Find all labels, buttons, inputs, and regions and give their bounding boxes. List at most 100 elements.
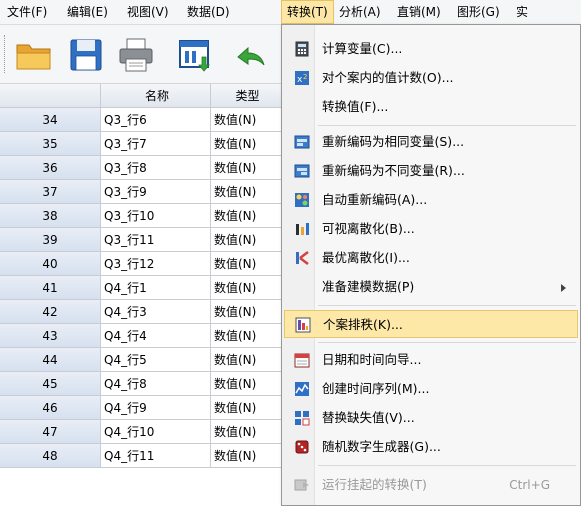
menu-item-run-pending-transforms[interactable]: 运行挂起的转换(T) Ctrl+G [284,471,578,499]
variable-type-cell[interactable]: 数值(N) [211,204,282,228]
column-header-name[interactable]: 名称 [101,84,211,108]
variable-type-cell[interactable]: 数值(N) [211,156,282,180]
menu-direct-marketing[interactable]: 直销(M) [392,0,446,24]
table-row[interactable]: 38 Q3_行10 数值(N) [0,204,282,228]
menu-separator [318,342,576,343]
table-row[interactable]: 37 Q3_行9 数值(N) [0,180,282,204]
menu-file[interactable]: 文件(F) [2,0,52,24]
variable-type-cell[interactable]: 数值(N) [211,132,282,156]
menu-separator [318,125,576,126]
open-button[interactable] [14,35,54,75]
variable-name-cell[interactable]: Q3_行8 [101,156,211,180]
row-number[interactable]: 40 [0,252,101,276]
recode-same-icon [294,135,310,149]
menu-item-count-values[interactable]: x 2 对个案内的值计数(O)... [284,64,578,92]
menu-edit[interactable]: 编辑(E) [62,0,113,24]
row-number[interactable]: 45 [0,372,101,396]
table-row[interactable]: 47 Q4_行10 数值(N) [0,420,282,444]
grid-header-row: 名称 类型 [0,84,282,108]
menu-item-shift-values[interactable]: 转换值(F)... [284,93,578,121]
variable-type-cell[interactable]: 数值(N) [211,324,282,348]
variable-view-grid: 名称 类型 34 Q3_行6 数值(N) 35 Q3_行7 数值(N) 36 Q… [0,84,282,506]
row-number[interactable]: 44 [0,348,101,372]
table-row[interactable]: 44 Q4_行5 数值(N) [0,348,282,372]
variable-name-cell[interactable]: Q3_行12 [101,252,211,276]
menu-graphs[interactable]: 图形(G) [452,0,505,24]
variable-type-cell[interactable]: 数值(N) [211,372,282,396]
save-button[interactable] [66,35,106,75]
menu-item-optimal-binning[interactable]: 最优离散化(I)... [284,244,578,272]
variable-type-cell[interactable]: 数值(N) [211,228,282,252]
menu-item-recode-same[interactable]: 重新编码为相同变量(S)... [284,128,578,156]
variable-name-cell[interactable]: Q4_行3 [101,300,211,324]
variable-type-cell[interactable]: 数值(N) [211,420,282,444]
print-button[interactable] [116,35,156,75]
row-number[interactable]: 34 [0,108,101,132]
menu-item-random-number-generators[interactable]: 随机数字生成器(G)... [284,433,578,461]
variable-name-cell[interactable]: Q4_行10 [101,420,211,444]
row-number-header[interactable] [0,84,101,108]
table-row[interactable]: 48 Q4_行11 数值(N) [0,444,282,468]
variable-type-cell[interactable]: 数值(N) [211,348,282,372]
row-number[interactable]: 48 [0,444,101,468]
variable-type-cell[interactable]: 数值(N) [211,396,282,420]
variable-name-cell[interactable]: Q3_行11 [101,228,211,252]
table-row[interactable]: 41 Q4_行1 数值(N) [0,276,282,300]
menu-item-auto-recode[interactable]: 自动重新编码(A)... [284,186,578,214]
variable-name-cell[interactable]: Q4_行5 [101,348,211,372]
table-row[interactable]: 36 Q3_行8 数值(N) [0,156,282,180]
menu-view[interactable]: 视图(V) [122,0,174,24]
row-number[interactable]: 38 [0,204,101,228]
column-header-type[interactable]: 类型 [211,84,282,108]
table-row[interactable]: 40 Q3_行12 数值(N) [0,252,282,276]
menu-item-recode-different[interactable]: 重新编码为不同变量(R)... [284,157,578,185]
variable-type-cell[interactable]: 数值(N) [211,276,282,300]
table-row[interactable]: 39 Q3_行11 数值(N) [0,228,282,252]
menu-analyze[interactable]: 分析(A) [334,0,386,24]
variable-name-cell[interactable]: Q4_行4 [101,324,211,348]
menu-utilities[interactable]: 实 [512,0,581,24]
row-number[interactable]: 36 [0,156,101,180]
menu-item-label: 自动重新编码(A)... [322,192,428,207]
toolbar-grip[interactable] [4,35,8,73]
row-number[interactable]: 43 [0,324,101,348]
variable-type-cell[interactable]: 数值(N) [211,444,282,468]
variable-name-cell[interactable]: Q3_行7 [101,132,211,156]
variable-name-cell[interactable]: Q3_行10 [101,204,211,228]
variable-name-cell[interactable]: Q4_行1 [101,276,211,300]
menu-item-compute-variable[interactable]: 计算变量(C)... [284,35,578,63]
menu-item-replace-missing-values[interactable]: 替换缺失值(V)... [284,404,578,432]
variable-type-cell[interactable]: 数值(N) [211,180,282,204]
variable-name-cell[interactable]: Q3_行9 [101,180,211,204]
row-number[interactable]: 41 [0,276,101,300]
row-number[interactable]: 42 [0,300,101,324]
optimal-binning-icon [296,251,309,265]
undo-button[interactable] [228,35,268,75]
menu-item-prepare-data-for-modeling[interactable]: 准备建模数据(P) [284,273,578,301]
variable-name-cell[interactable]: Q3_行6 [101,108,211,132]
row-number[interactable]: 39 [0,228,101,252]
table-row[interactable]: 42 Q4_行3 数值(N) [0,300,282,324]
row-number[interactable]: 37 [0,180,101,204]
variable-name-cell[interactable]: Q4_行8 [101,372,211,396]
menu-data[interactable]: 数据(D) [182,0,235,24]
table-row[interactable]: 45 Q4_行8 数值(N) [0,372,282,396]
variable-name-cell[interactable]: Q4_行9 [101,396,211,420]
menu-item-visual-binning[interactable]: 可视离散化(B)... [284,215,578,243]
table-row[interactable]: 35 Q3_行7 数值(N) [0,132,282,156]
table-row[interactable]: 34 Q3_行6 数值(N) [0,108,282,132]
menu-transform[interactable]: 转换(T) [281,0,334,24]
variable-type-cell[interactable]: 数值(N) [211,108,282,132]
variable-type-cell[interactable]: 数值(N) [211,252,282,276]
dialog-recall-button[interactable] [176,35,216,75]
variable-type-cell[interactable]: 数值(N) [211,300,282,324]
row-number[interactable]: 46 [0,396,101,420]
table-row[interactable]: 43 Q4_行4 数值(N) [0,324,282,348]
menu-item-rank-cases[interactable]: 个案排秩(K)... [284,310,578,338]
row-number[interactable]: 35 [0,132,101,156]
menu-item-create-time-series[interactable]: 创建时间序列(M)... [284,375,578,403]
row-number[interactable]: 47 [0,420,101,444]
variable-name-cell[interactable]: Q4_行11 [101,444,211,468]
menu-item-date-time-wizard[interactable]: 日期和时间向导... [284,346,578,374]
table-row[interactable]: 46 Q4_行9 数值(N) [0,396,282,420]
